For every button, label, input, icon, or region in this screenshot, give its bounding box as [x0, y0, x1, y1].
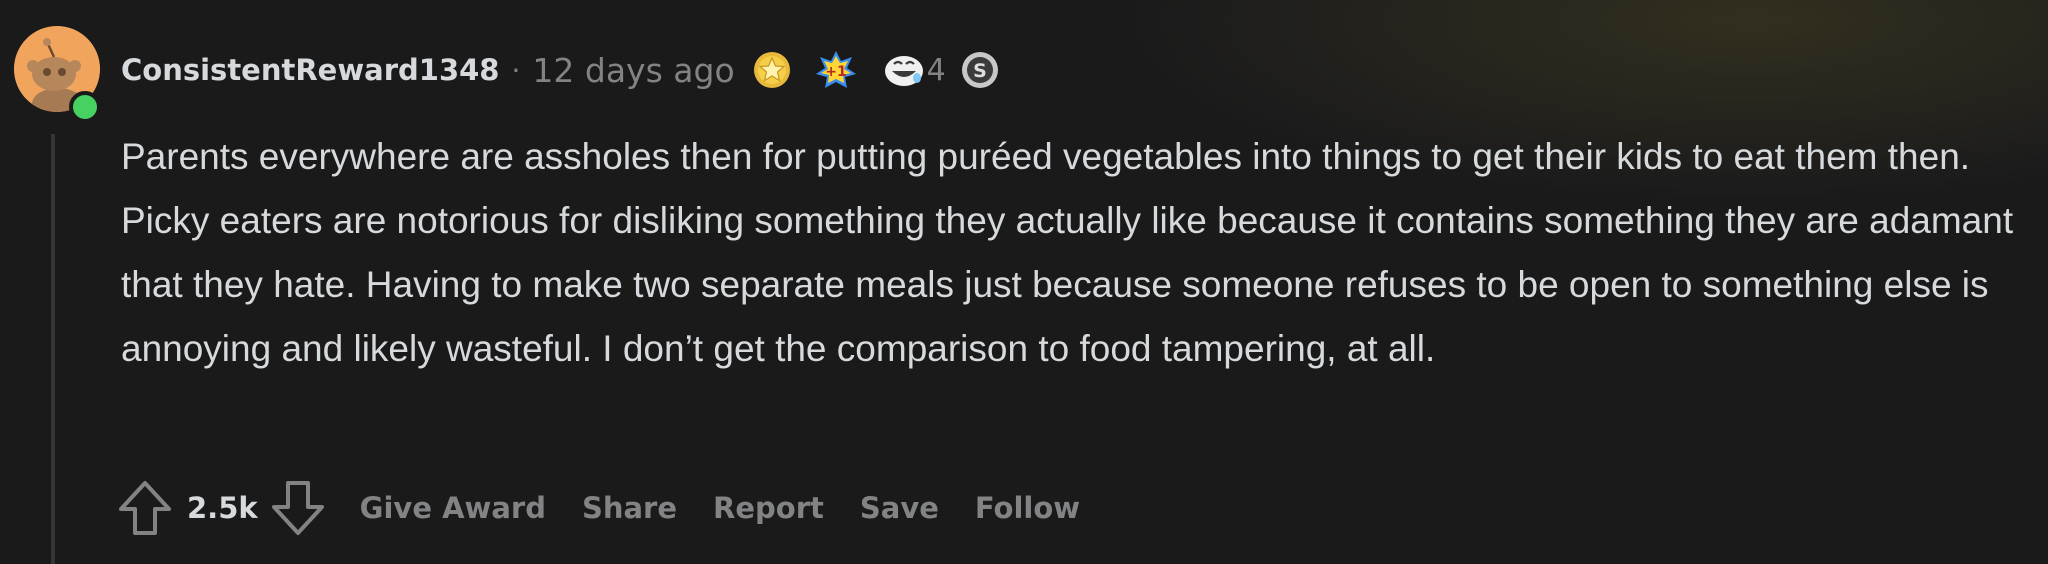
award-gold-medal[interactable]	[751, 49, 793, 91]
upvote-button[interactable]	[117, 478, 173, 538]
gold-medal-award-icon	[753, 52, 790, 88]
comment-actions: 2.5k Give Award Share Report Save Follow	[117, 478, 1080, 538]
svg-text:S: S	[973, 60, 987, 82]
comment-meta: ConsistentReward1348 · 12 days ago +1 4 …	[121, 44, 1000, 96]
downvote-arrow-icon	[271, 481, 324, 535]
silver-coin-award-icon: S	[961, 52, 998, 88]
comment-body: Parents everywhere are assholes then for…	[121, 136, 2014, 369]
award-plus-one[interactable]: +1	[815, 49, 857, 91]
online-status-indicator	[69, 91, 101, 123]
share-button[interactable]: Share	[582, 491, 677, 525]
award-silver-coin[interactable]: S	[960, 50, 1000, 90]
svg-text:+1: +1	[825, 64, 846, 80]
save-button[interactable]: Save	[860, 491, 939, 525]
vote-score: 2.5k	[187, 491, 258, 525]
give-award-button[interactable]: Give Award	[360, 491, 546, 525]
award-rolling-laugh[interactable]: 4	[883, 49, 946, 91]
follow-button[interactable]: Follow	[975, 491, 1080, 525]
timestamp[interactable]: 12 days ago	[532, 51, 734, 90]
rolling-laugh-award-icon	[884, 56, 923, 86]
upvote-arrow-icon	[119, 481, 171, 535]
comment: ConsistentReward1348 · 12 days ago +1 4 …	[0, 0, 2048, 564]
username[interactable]: ConsistentReward1348	[121, 53, 500, 87]
thread-line[interactable]	[51, 134, 55, 564]
meta-separator: ·	[511, 53, 521, 87]
award-count: 4	[926, 52, 946, 88]
plus-one-award-icon: +1	[815, 51, 856, 88]
report-button[interactable]: Report	[713, 491, 824, 525]
downvote-button[interactable]	[270, 478, 326, 538]
